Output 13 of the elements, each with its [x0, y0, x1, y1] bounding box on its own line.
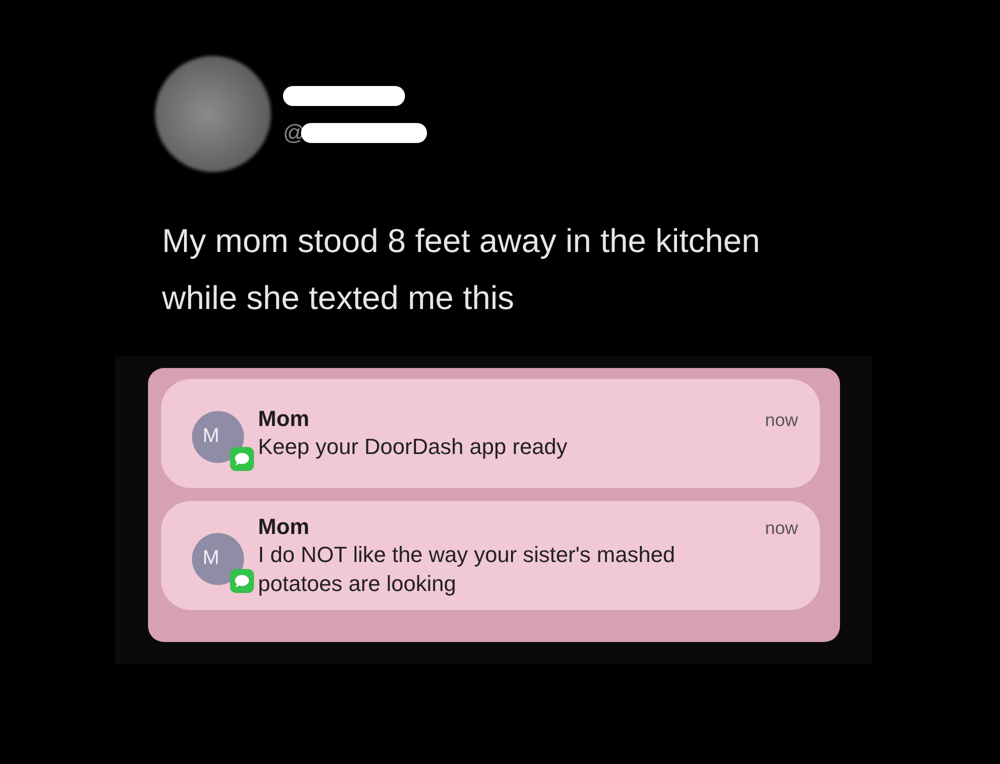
notification-card[interactable]: M Mom now Keep your DoorDash app ready [161, 379, 820, 488]
contact-avatar: M [192, 532, 244, 584]
message-text: Keep your DoorDash app ready [258, 433, 568, 461]
timestamp: now [764, 410, 798, 431]
message-bubble-icon [230, 568, 254, 592]
message-text: I do NOT like the way your sister's mashed potatoes are looking [258, 540, 676, 598]
contact-avatar: M [192, 410, 244, 462]
message-bubble-icon [230, 446, 254, 470]
sender-name: Mom [258, 514, 310, 540]
timestamp: now [764, 518, 798, 538]
notification-card[interactable]: M Mom now I do NOT like the way your sister's mashed potatoes are looking [161, 501, 820, 610]
sender-name: Mom [258, 406, 310, 432]
tweet-text: My mom stood 8 feet away in the kitchen while she texted me this [162, 221, 761, 318]
